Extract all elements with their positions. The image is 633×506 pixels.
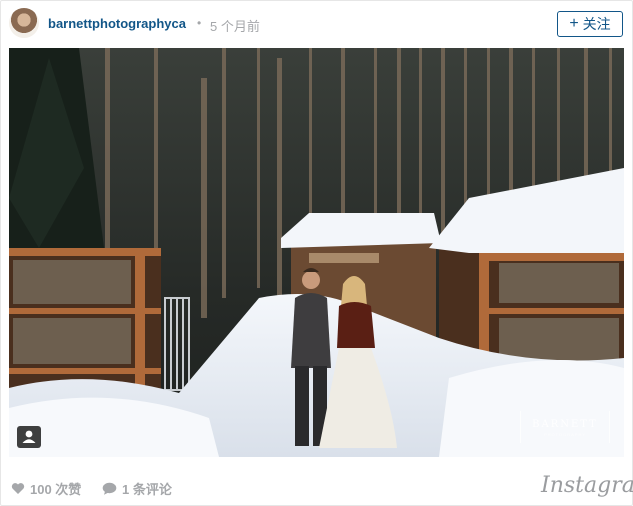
- plus-icon: +: [569, 15, 579, 32]
- post-card: barnettphotographyca • 5 个月前 + 关注 BARNET…: [0, 0, 633, 506]
- comment-bubble-icon: [102, 482, 117, 495]
- meta-separator: •: [197, 16, 202, 30]
- instagram-logo[interactable]: Instagram: [541, 473, 633, 498]
- avatar[interactable]: [9, 8, 39, 38]
- photo-watermark: BARNETT PHOTOGRAPHY: [520, 411, 610, 443]
- likes-count[interactable]: 100 次赞: [11, 479, 81, 498]
- heart-icon: [11, 483, 25, 494]
- follow-label: 关注: [582, 16, 611, 32]
- likes-label: 100 次赞: [30, 482, 82, 497]
- username-link[interactable]: barnettphotographyca: [48, 16, 186, 31]
- post-footer: 100 次赞 1 条评论 Instagram: [1, 463, 633, 505]
- watermark-sub: PHOTOGRAPHY: [543, 432, 587, 437]
- watermark-brand: BARNETT: [532, 419, 598, 430]
- follow-button[interactable]: + 关注: [557, 11, 623, 37]
- comments-count[interactable]: 1 条评论: [102, 479, 172, 498]
- user-tag-button[interactable]: [17, 426, 41, 448]
- wedding-photo-illustration: [9, 48, 624, 457]
- post-photo[interactable]: [9, 48, 624, 457]
- person-icon: [22, 430, 36, 443]
- post-header: barnettphotographyca • 5 个月前 + 关注: [1, 1, 632, 47]
- comments-label: 1 条评论: [122, 482, 172, 497]
- post-time[interactable]: 5 个月前: [210, 16, 260, 35]
